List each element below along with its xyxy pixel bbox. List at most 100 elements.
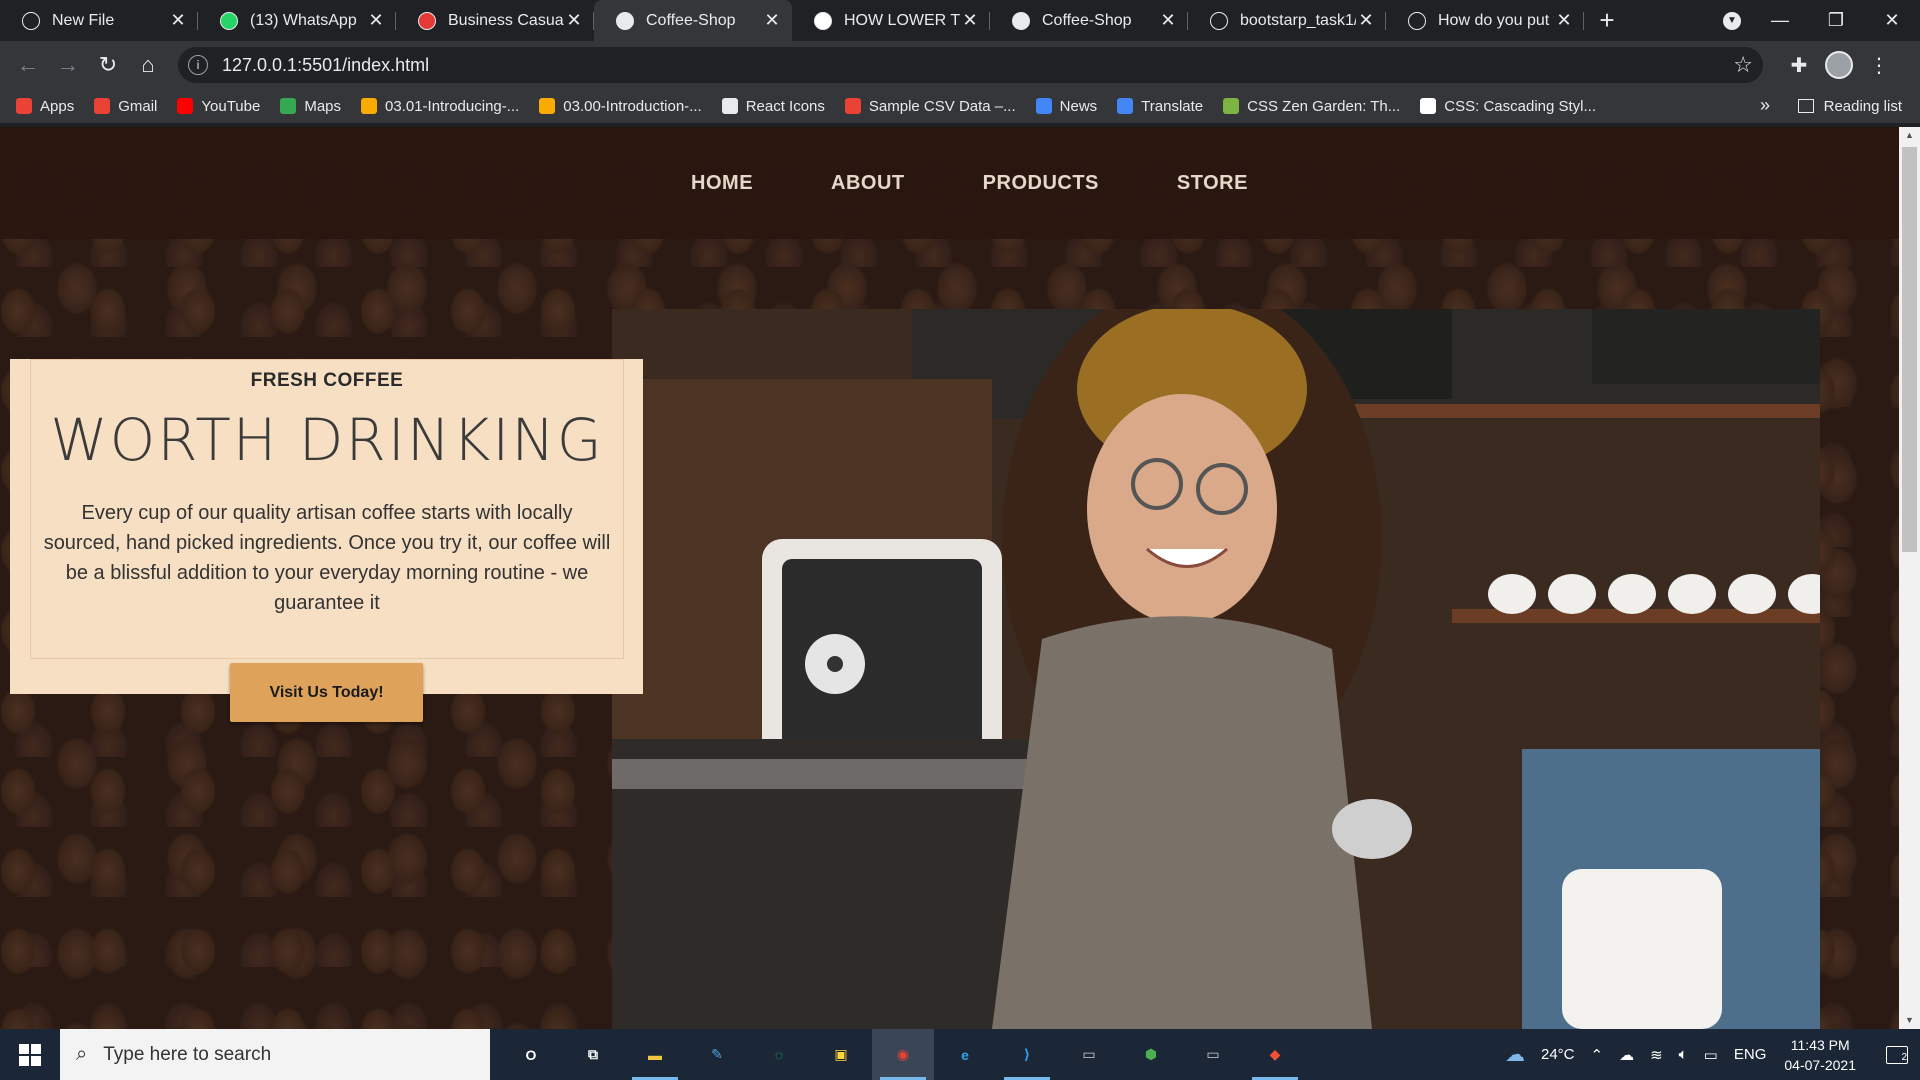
chevron-down-icon: ▼ [1723, 11, 1741, 30]
page-scrollbar[interactable]: ▲ ▼ [1899, 127, 1920, 1029]
tab-title: Business Casual - [448, 11, 564, 29]
taskbar-app[interactable]: ◉ [872, 1029, 934, 1080]
bookmark-item[interactable]: Translate [1117, 98, 1203, 115]
browser-tab[interactable]: How do you put t ✕ [1386, 0, 1584, 41]
bookmark-item[interactable]: Sample CSV Data –... [844, 98, 1016, 115]
home-button[interactable]: ⌂ [128, 45, 168, 85]
bookmark-star-icon[interactable]: ☆ [1733, 52, 1753, 78]
browser-tab[interactable]: (13) WhatsApp ✕ [198, 0, 396, 41]
close-tab-icon[interactable]: ✕ [960, 10, 980, 31]
tab-title: (13) WhatsApp [250, 11, 357, 29]
intro-heading: WORTH DRINKING [50, 406, 604, 474]
taskbar-app[interactable]: ▭ [1182, 1029, 1244, 1080]
battery-icon[interactable]: ▭ [1704, 1046, 1718, 1064]
nodejs-icon: ⬢ [1144, 1046, 1158, 1062]
tray-chevron-up-icon[interactable]: ⌃ [1591, 1046, 1604, 1064]
start-button[interactable] [0, 1029, 60, 1080]
taskbar-app[interactable]: O [500, 1029, 562, 1080]
url-text[interactable]: 127.0.0.1:5501/index.html [222, 55, 1733, 76]
bookmark-label: 03.01-Introducing-... [385, 97, 520, 115]
course-icon [361, 98, 378, 114]
language-indicator[interactable]: ENG [1734, 1046, 1767, 1063]
close-tab-icon[interactable]: ✕ [564, 10, 584, 31]
dots-icon [844, 98, 861, 114]
reading-list-label: Reading list [1823, 97, 1902, 115]
bookmark-item[interactable]: CSS: Cascading Styl... [1420, 98, 1596, 115]
restore-button[interactable]: ❐ [1808, 0, 1864, 41]
close-tab-icon[interactable]: ✕ [762, 10, 782, 31]
volume-icon[interactable]: 🔈︎ [1679, 1046, 1688, 1063]
browser-tab[interactable]: New File ✕ [0, 0, 198, 41]
taskbar-app[interactable]: ✎ [686, 1029, 748, 1080]
tab-separator [1583, 12, 1584, 30]
menu-kebab-icon[interactable]: ⋮ [1859, 45, 1899, 85]
reload-button[interactable]: ↻ [88, 45, 128, 85]
tab-title: How do you put t [1438, 11, 1554, 29]
bookmark-item[interactable]: YouTube [177, 98, 260, 115]
close-tab-icon[interactable]: ✕ [1554, 10, 1574, 31]
nav-link-home[interactable]: HOME [691, 172, 753, 195]
nav-link-store[interactable]: STORE [1177, 172, 1248, 195]
scroll-up-arrow-icon[interactable]: ▲ [1899, 127, 1920, 144]
close-tab-icon[interactable]: ✕ [1356, 10, 1376, 31]
bookmark-item[interactable]: Apps [16, 98, 74, 115]
clock-date: 04-07-2021 [1784, 1056, 1856, 1073]
minimize-button[interactable]: — [1752, 0, 1808, 41]
bookmark-item[interactable]: Gmail [94, 98, 157, 115]
bookmark-item[interactable]: CSS Zen Garden: Th... [1223, 98, 1400, 115]
profile-avatar[interactable] [1819, 45, 1859, 85]
bookmark-item[interactable]: 03.00-Introduction-... [539, 98, 702, 115]
taskbar-search[interactable]: ⌕ Type here to search [60, 1029, 490, 1080]
browser-tab[interactable]: Coffee-Shop ✕ [594, 0, 792, 41]
cmd-icon: ▭ [1206, 1046, 1220, 1062]
new-tab-button[interactable]: + [1584, 0, 1630, 41]
taskbar-app[interactable]: ▣ [810, 1029, 872, 1080]
tab-title: bootstarp_task1/t [1240, 11, 1356, 29]
bookmark-item[interactable]: 03.01-Introducing-... [361, 98, 519, 115]
clock[interactable]: 11:43 PM 04-07-2021 [1784, 1035, 1856, 1075]
back-button[interactable]: ← [8, 45, 48, 85]
browser-tab[interactable]: bootstarp_task1/t ✕ [1188, 0, 1386, 41]
weather-temp[interactable]: 24°C [1541, 1046, 1575, 1063]
wifi-icon[interactable]: ≋ [1650, 1046, 1663, 1064]
nav-link-products[interactable]: PRODUCTS [983, 172, 1099, 195]
taskbar-app[interactable]: ⟩ [996, 1029, 1058, 1080]
task-view-icon: ⧉ [588, 1046, 598, 1062]
tab-search-button[interactable]: ▼ [1712, 0, 1752, 41]
visit-us-button[interactable]: Visit Us Today! [230, 663, 423, 722]
notification-count: 2 [1886, 1045, 1908, 1064]
bookmark-item[interactable]: React Icons [721, 98, 825, 115]
forward-button[interactable]: → [48, 45, 88, 85]
close-window-button[interactable]: ✕ [1864, 0, 1920, 41]
taskbar-search-placeholder: Type here to search [103, 1043, 272, 1065]
taskbar-app[interactable]: ▬ [624, 1029, 686, 1080]
reading-list-button[interactable]: Reading list [1797, 89, 1902, 123]
browser-tab[interactable]: HOW LOWER THE✕ [792, 0, 990, 41]
close-tab-icon[interactable]: ✕ [168, 10, 188, 31]
more-bookmarks-button[interactable]: » [1760, 95, 1770, 116]
bookmark-item[interactable]: Maps [280, 98, 341, 115]
bookmark-label: Gmail [118, 97, 158, 115]
tab-title: Coffee-Shop [1042, 11, 1132, 29]
site-info-icon[interactable]: i [188, 55, 208, 75]
mdn-icon [1420, 98, 1437, 114]
browser-tab[interactable]: Business Casual -✕ [396, 0, 594, 41]
scrollbar-thumb[interactable] [1902, 147, 1917, 552]
scroll-down-arrow-icon[interactable]: ▼ [1899, 1012, 1920, 1029]
extensions-icon[interactable]: ✚ [1779, 45, 1819, 85]
nav-link-about[interactable]: ABOUT [831, 172, 905, 195]
address-bar[interactable]: i 127.0.0.1:5501/index.html ☆ [178, 47, 1763, 83]
close-tab-icon[interactable]: ✕ [366, 10, 386, 31]
notification-center-button[interactable]: 2 [1874, 1029, 1920, 1080]
browser-tab[interactable]: Coffee-Shop ✕ [990, 0, 1188, 41]
bookmark-item[interactable]: News [1035, 98, 1097, 115]
taskbar-app[interactable]: ▭ [1058, 1029, 1120, 1080]
taskbar-app[interactable]: ⧉ [562, 1029, 624, 1080]
taskbar-app[interactable]: ◌ [748, 1029, 810, 1080]
weather-icon[interactable]: ☁ [1505, 1042, 1525, 1067]
taskbar-app[interactable]: ◆ [1244, 1029, 1306, 1080]
close-tab-icon[interactable]: ✕ [1158, 10, 1178, 31]
taskbar-app[interactable]: e [934, 1029, 996, 1080]
onedrive-icon[interactable]: ☁ [1619, 1046, 1634, 1064]
taskbar-app[interactable]: ⬢ [1120, 1029, 1182, 1080]
